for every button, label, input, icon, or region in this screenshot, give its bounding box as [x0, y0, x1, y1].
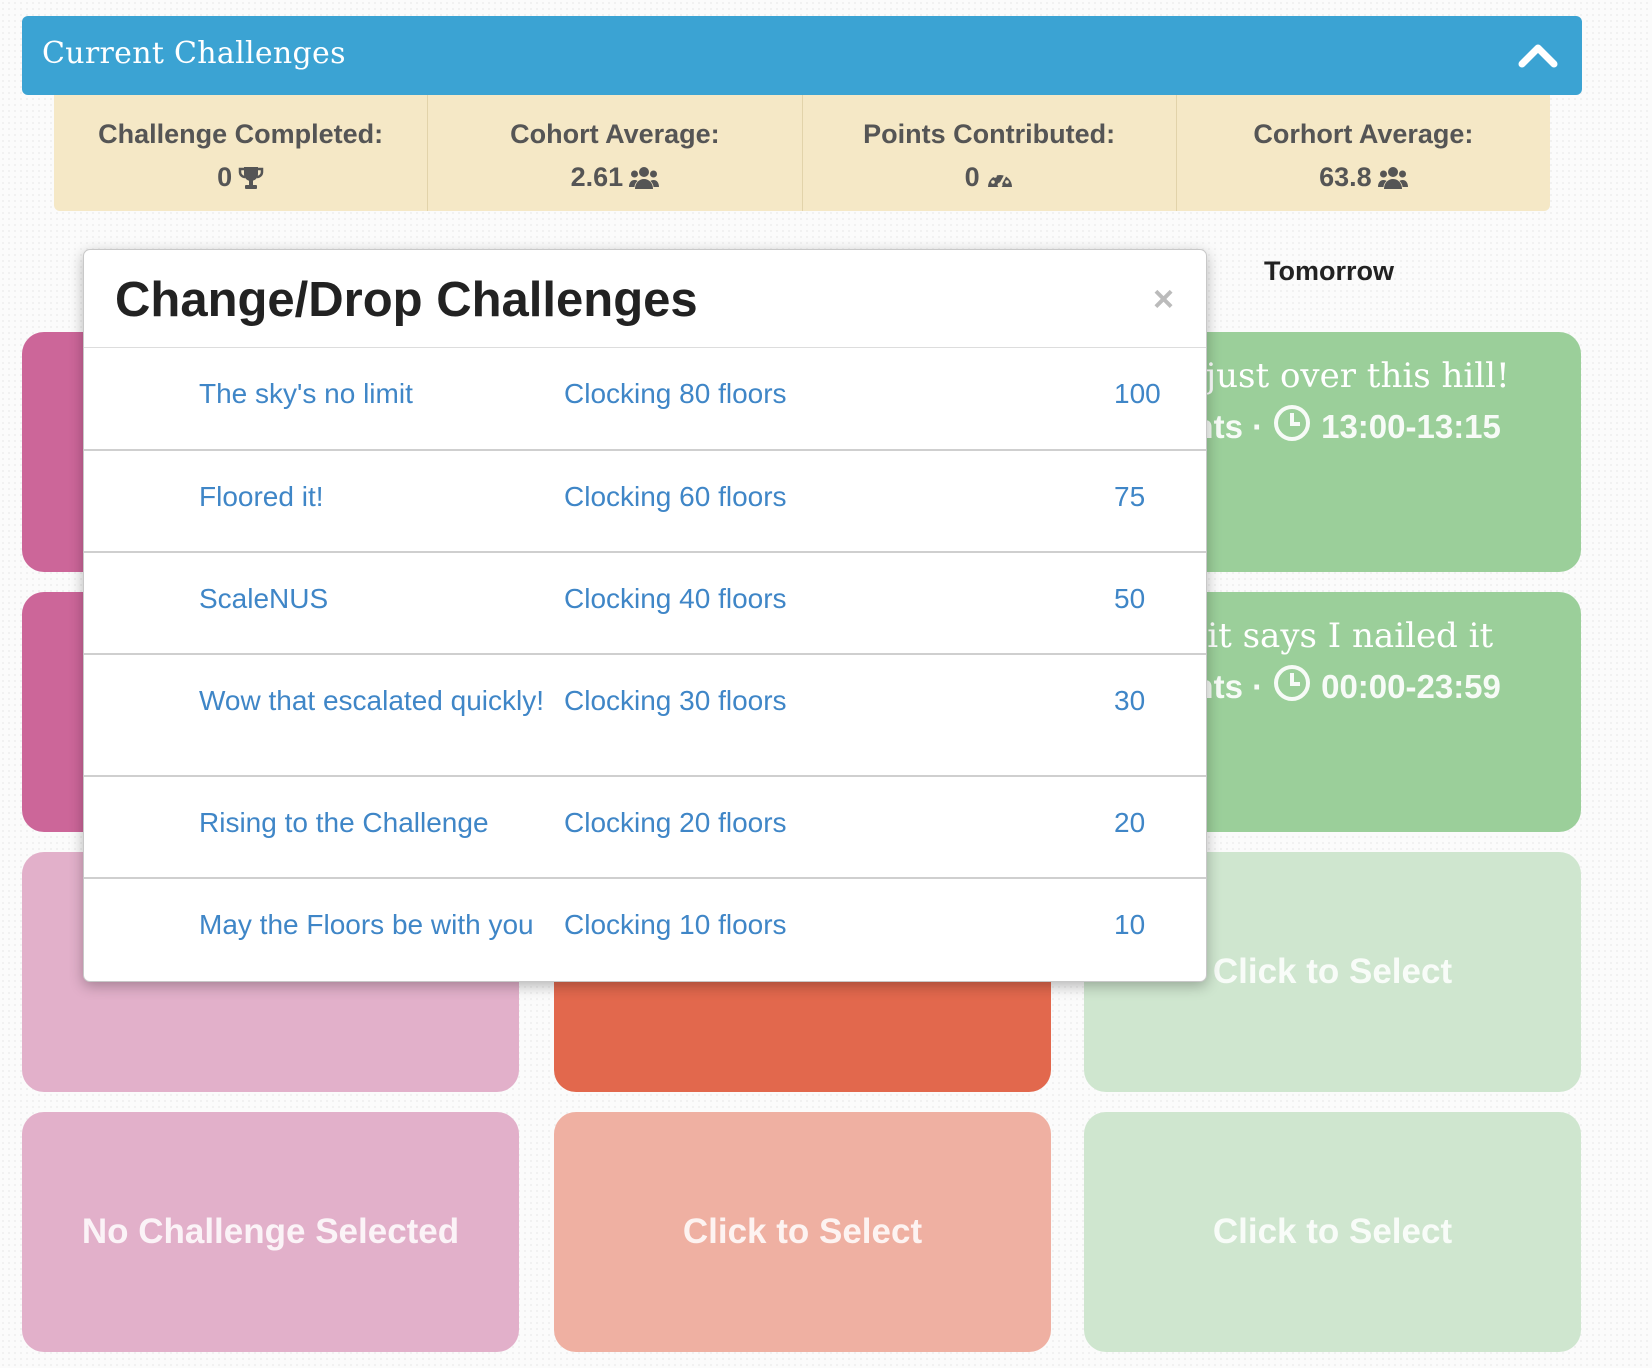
panel-title: Current Challenges: [42, 36, 346, 71]
users-icon: [629, 165, 660, 191]
stat-value: 63.8: [1319, 162, 1372, 192]
challenge-option[interactable]: Floored it! Clocking 60 floors 75: [84, 449, 1206, 551]
challenge-name[interactable]: Rising to the Challenge: [199, 803, 549, 843]
stat-value: 0: [964, 162, 980, 192]
challenge-tile-empty[interactable]: Click to Select: [1084, 1112, 1581, 1352]
challenge-option[interactable]: Rising to the Challenge Clocking 20 floo…: [84, 775, 1206, 877]
challenge-tile-empty[interactable]: Click to Select: [554, 1112, 1051, 1352]
challenge-tile-empty[interactable]: No Challenge Selected: [22, 1112, 519, 1352]
tile-placeholder: Click to Select: [1212, 1212, 1453, 1251]
chevron-up-icon[interactable]: [1516, 34, 1560, 78]
stat-value-row: 0: [803, 162, 1176, 193]
challenge-points[interactable]: 10: [1114, 905, 1145, 945]
stat-challenge-completed: Challenge Completed: 0: [54, 95, 429, 211]
challenge-option[interactable]: The sky's no limit Clocking 80 floors 10…: [84, 347, 1206, 449]
stat-points-contributed: Points Contributed: 0: [803, 95, 1177, 211]
stat-label: Points Contributed:: [863, 119, 1116, 149]
challenge-points[interactable]: 20: [1114, 803, 1145, 843]
change-drop-modal: Change/Drop Challenges × The sky's no li…: [83, 249, 1207, 982]
users-icon: [1377, 165, 1408, 191]
challenge-description[interactable]: Clocking 60 floors: [564, 477, 787, 517]
trophy-icon: [238, 165, 264, 191]
stat-value: 0: [217, 162, 233, 192]
stat-corhort-average: Corhort Average: 63.8: [1177, 95, 1550, 211]
page: Current Challenges Challenge Completed: …: [0, 0, 1652, 1368]
challenge-option[interactable]: Wow that escalated quickly! Clocking 30 …: [84, 653, 1206, 775]
challenge-list: The sky's no limit Clocking 80 floors 10…: [84, 347, 1206, 979]
challenge-description[interactable]: Clocking 80 floors: [564, 374, 787, 414]
stat-value: 2.61: [570, 162, 624, 192]
stat-label: Corhort Average:: [1253, 119, 1474, 149]
tile-placeholder: No Challenge Selected: [81, 1212, 460, 1251]
tile-placeholder: Click to Select: [682, 1212, 923, 1251]
modal-title: Change/Drop Challenges: [115, 273, 698, 327]
challenge-points[interactable]: 50: [1114, 579, 1145, 619]
stat-cohort-average: Cohort Average: 2.61: [428, 95, 803, 211]
challenge-name[interactable]: ScaleNUS: [199, 579, 549, 619]
challenge-description[interactable]: Clocking 20 floors: [564, 803, 787, 843]
stats-bar: Challenge Completed: 0 Cohort Average: 2…: [54, 95, 1550, 211]
challenge-name[interactable]: Floored it!: [199, 477, 549, 517]
challenge-description[interactable]: Clocking 10 floors: [564, 905, 787, 945]
column-header-tomorrow: Tomorrow: [1264, 256, 1394, 286]
stat-value-row: 63.8: [1177, 162, 1550, 193]
tile-time: 13:00-13:15: [1321, 408, 1501, 445]
challenge-points[interactable]: 30: [1114, 681, 1145, 721]
challenge-name[interactable]: May the Floors be with you: [199, 905, 579, 945]
challenge-description[interactable]: Clocking 40 floors: [564, 579, 787, 619]
challenge-points[interactable]: 100: [1114, 374, 1161, 414]
stat-value-row: 0: [54, 162, 427, 193]
tile-time: 00:00-23:59: [1321, 668, 1501, 705]
challenge-option[interactable]: May the Floors be with you Clocking 10 f…: [84, 877, 1206, 979]
challenge-option[interactable]: ScaleNUS Clocking 40 floors 50: [84, 551, 1206, 653]
dashboard-icon: [986, 165, 1014, 191]
challenge-description[interactable]: Clocking 30 floors: [564, 681, 787, 721]
challenge-name[interactable]: The sky's no limit: [199, 374, 549, 414]
current-challenges-header[interactable]: Current Challenges: [22, 16, 1582, 95]
close-icon[interactable]: ×: [1153, 278, 1174, 320]
challenge-name[interactable]: Wow that escalated quickly!: [199, 681, 549, 721]
clock-icon: [1273, 404, 1311, 450]
challenge-points[interactable]: 75: [1114, 477, 1145, 517]
clock-icon: [1273, 664, 1311, 710]
stat-label: Cohort Average:: [510, 119, 720, 149]
stat-value-row: 2.61: [428, 162, 801, 193]
stat-label: Challenge Completed:: [98, 119, 384, 149]
